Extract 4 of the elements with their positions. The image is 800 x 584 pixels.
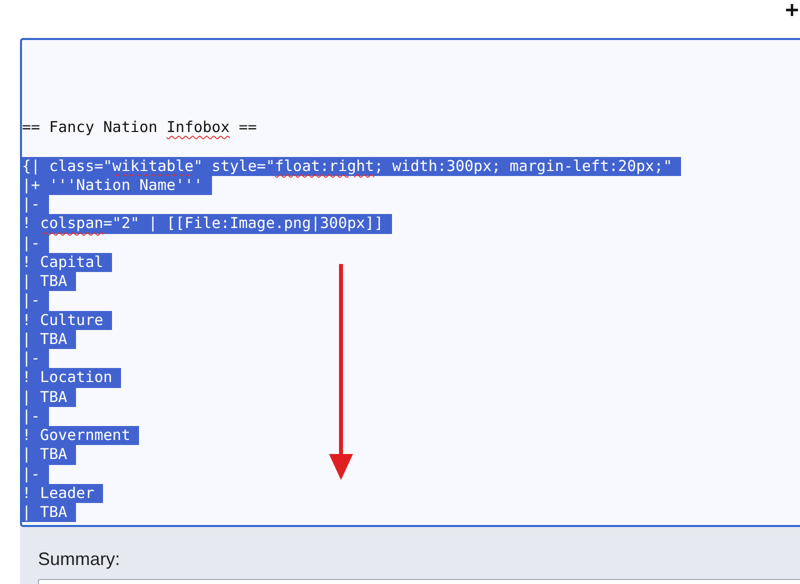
text-editor[interactable] — [20, 38, 800, 527]
code-line: == Fancy Nation Infobox == — [22, 118, 257, 138]
plus-icon[interactable] — [786, 4, 798, 16]
summary-label: Summary: — [38, 549, 120, 569]
